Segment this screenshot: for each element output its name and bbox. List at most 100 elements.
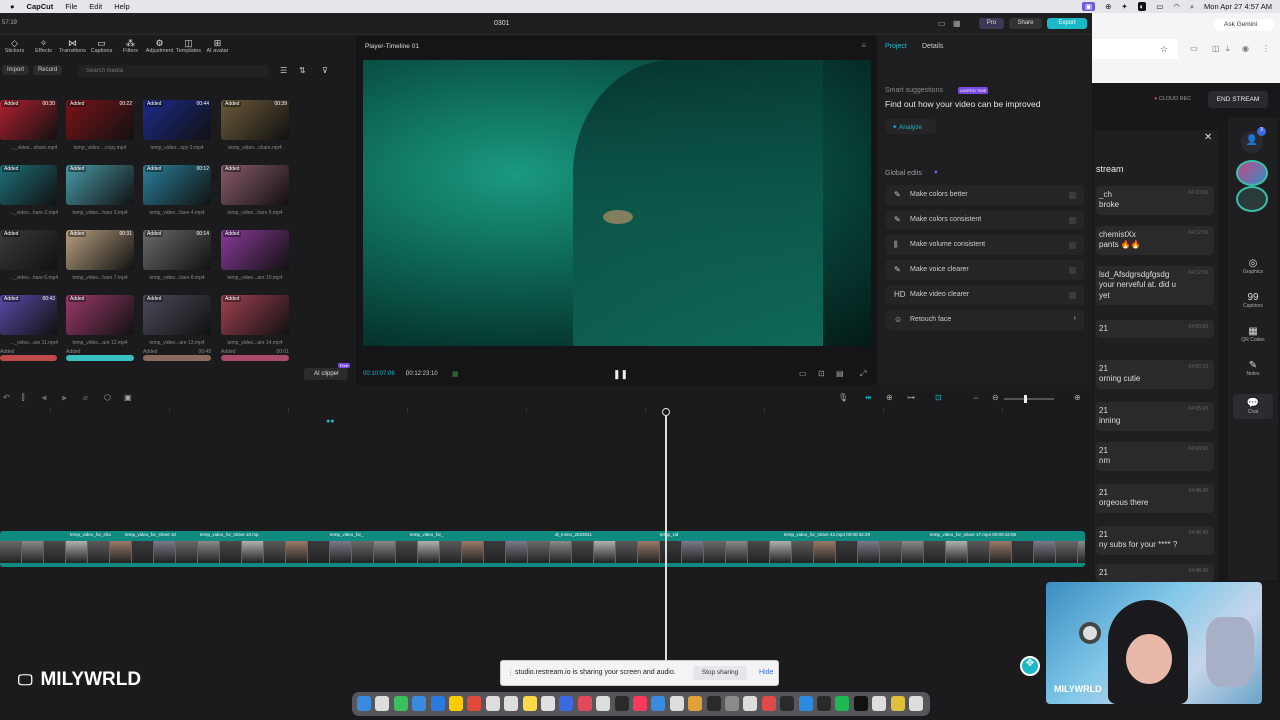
crop-icon[interactable]: ▣: [124, 393, 132, 402]
zoom-out-icon[interactable]: ⊖: [992, 393, 999, 402]
snap-icon[interactable]: ⊕: [886, 393, 893, 402]
battery-icon[interactable]: ▭: [1156, 2, 1163, 11]
global-edit-item[interactable]: HD Make video clearer: [886, 285, 1084, 305]
sidebar-tool[interactable]: 💬 Chat: [1233, 394, 1273, 419]
ratio-icon[interactable]: ▭: [799, 369, 807, 378]
stop-sharing-button[interactable]: Stop sharing: [693, 666, 747, 680]
wifi-icon[interactable]: ◠: [1173, 2, 1180, 11]
import-button[interactable]: Import: [2, 65, 30, 75]
dock-app-icon[interactable]: [706, 696, 721, 711]
bookmark-star-icon[interactable]: ☆: [1160, 44, 1168, 55]
tool-adjustment[interactable]: ⚙ Adjustment: [145, 38, 174, 54]
dock-app-icon[interactable]: [467, 696, 482, 711]
media-tile[interactable]: Added 00:31: [66, 230, 134, 270]
sidebar-tool[interactable]: ▦ QR Codes: [1228, 326, 1278, 343]
ai-clipper-button[interactable]: AI clipper Free: [304, 363, 350, 380]
analyze-button[interactable]: ✦ Analyze: [886, 119, 936, 134]
delete-icon[interactable]: ⌀: [83, 393, 88, 402]
toggle-switch[interactable]: [1069, 192, 1076, 199]
download-icon[interactable]: ⤓: [1226, 44, 1230, 54]
ask-gemini-button[interactable]: Ask Gemini: [1214, 19, 1274, 31]
sidebar-tool[interactable]: ✎ Notes: [1228, 360, 1278, 377]
dock-app-icon[interactable]: [449, 696, 463, 711]
menu-edit[interactable]: Edit: [89, 2, 102, 11]
dock-app-icon[interactable]: [743, 696, 758, 711]
quality-icon[interactable]: ▤: [836, 369, 844, 378]
tool-ai-avatar[interactable]: ⊞ AI avatar: [203, 38, 232, 54]
dock-app-icon[interactable]: [596, 696, 611, 711]
tool-stickers[interactable]: ◇ Stickers: [0, 38, 29, 54]
split-right-icon[interactable]: ⫸: [62, 393, 67, 403]
toggle-switch[interactable]: [1069, 267, 1076, 274]
list-view-icon[interactable]: ☰: [280, 66, 287, 75]
toggle-switch[interactable]: [1069, 242, 1076, 249]
zoom-fit-icon[interactable]: ⊡: [818, 369, 825, 378]
grid-icon[interactable]: ▦: [953, 19, 961, 28]
layout-icon[interactable]: ▭: [938, 19, 946, 28]
dock-app-icon[interactable]: [504, 696, 519, 711]
tool-effects[interactable]: ✧ Effects: [29, 38, 58, 54]
dock-app-icon[interactable]: [430, 696, 445, 711]
dock-app-icon[interactable]: [357, 696, 371, 711]
avatar-secondary[interactable]: [1236, 186, 1268, 212]
dock-app-icon[interactable]: [375, 696, 390, 711]
marker-icon[interactable]: ⬡: [104, 393, 111, 402]
toggle-switch[interactable]: [1069, 217, 1076, 224]
extension-icon[interactable]: ▭: [1190, 44, 1198, 53]
dock-app-icon[interactable]: [780, 696, 795, 711]
media-tile[interactable]: Added: [221, 165, 289, 205]
dock-app-icon[interactable]: [909, 696, 923, 711]
media-tile[interactable]: Added: [66, 295, 134, 335]
move-icon[interactable]: ✥: [1020, 656, 1040, 676]
media-tile[interactable]: Added 00:12: [143, 165, 211, 205]
mic-icon[interactable]: 🎙: [838, 393, 848, 402]
media-tile[interactable]: Added 00:30: [0, 100, 57, 140]
zoom-slider-handle[interactable]: [1024, 395, 1027, 403]
tab-details[interactable]: Details: [922, 43, 943, 50]
media-tile[interactable]: Added 00:43: [0, 295, 57, 335]
sidebar-tool[interactable]: 99 Captions: [1228, 292, 1278, 309]
dock-app-icon[interactable]: [890, 696, 905, 711]
export-button[interactable]: Export: [1047, 18, 1087, 29]
dock-app-icon[interactable]: [817, 696, 831, 711]
global-edit-item[interactable]: ⫼ Make volume consistent: [886, 235, 1084, 255]
search-media-input[interactable]: [78, 65, 268, 77]
dock-app-icon[interactable]: [688, 696, 703, 711]
tool-captions[interactable]: ▭ Captions: [87, 38, 116, 54]
tool-transitions[interactable]: ⋈ Transitions: [58, 38, 87, 54]
media-tile-partial[interactable]: [0, 355, 57, 361]
dock-app-icon[interactable]: [614, 696, 629, 711]
media-tile[interactable]: Added: [0, 230, 57, 270]
more-icon[interactable]: ⋮: [1262, 44, 1270, 53]
media-tile[interactable]: Added: [221, 295, 289, 335]
media-tile-partial[interactable]: [143, 355, 211, 361]
dock-app-icon[interactable]: [761, 696, 776, 711]
star-icon[interactable]: ✦: [1121, 2, 1127, 11]
menu-icon[interactable]: ≡: [861, 41, 866, 50]
global-edit-item[interactable]: ✎ Make colors consistent: [886, 210, 1084, 230]
media-tile[interactable]: Added: [221, 230, 289, 270]
fullscreen-icon[interactable]: ⤢: [860, 369, 866, 379]
magnet-icon[interactable]: ⊡: [935, 393, 942, 402]
playhead[interactable]: [662, 408, 670, 678]
dock-app-icon[interactable]: [872, 696, 887, 711]
media-tile[interactable]: Added 00:39: [221, 100, 289, 140]
dock-app-icon[interactable]: [835, 696, 850, 711]
dock-app-icon[interactable]: [853, 696, 868, 711]
menu-app-name[interactable]: CapCut: [27, 2, 54, 11]
dock-app-icon[interactable]: [393, 696, 408, 711]
media-tile[interactable]: Added: [143, 295, 211, 335]
media-tile-partial[interactable]: [221, 355, 289, 361]
dock-app-icon[interactable]: [651, 696, 666, 711]
global-edit-item[interactable]: ✎ Make colors better: [886, 185, 1084, 205]
zoom-slider[interactable]: [1004, 395, 1054, 403]
avatar[interactable]: [1236, 160, 1268, 186]
dock-app-icon[interactable]: [559, 696, 574, 711]
media-tile[interactable]: Added 00:22: [66, 100, 134, 140]
copilot-icon[interactable]: ⊕: [1105, 2, 1111, 11]
dock-app-icon[interactable]: [522, 696, 537, 711]
dock-app-icon[interactable]: [577, 696, 592, 711]
dock-app-icon[interactable]: [633, 696, 647, 711]
video-preview[interactable]: [363, 60, 871, 346]
menu-file[interactable]: File: [65, 2, 77, 11]
